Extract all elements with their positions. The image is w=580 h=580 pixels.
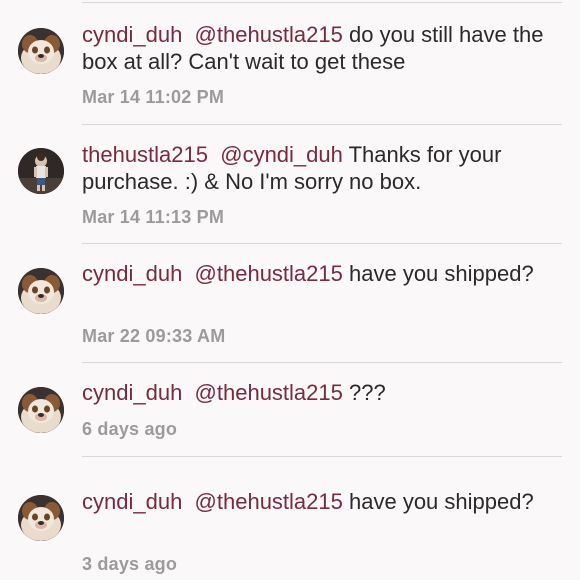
username-link[interactable]: cyndi_duh	[82, 261, 182, 286]
comment-timestamp: 6 days ago	[82, 419, 178, 439]
mention-link[interactable]: @cyndi_duh	[220, 142, 343, 167]
comment-timestamp: Mar 14 11:13 PM	[82, 207, 225, 227]
comment-text: cyndi_duh @thehustla215 do you still hav…	[82, 21, 560, 75]
comment-timestamp: Mar 14 11:02 PM	[82, 87, 225, 107]
comment-timestamp: 3 days ago	[82, 554, 178, 574]
bulldog-avatar[interactable]	[18, 28, 64, 74]
username-link[interactable]: cyndi_duh	[82, 380, 182, 405]
username-link[interactable]: cyndi_duh	[82, 489, 182, 514]
comment-item: cyndi_duh @thehustla215 have you shipped…	[0, 244, 580, 362]
mention-link[interactable]: @thehustla215	[195, 22, 343, 47]
comment-item: thehustla215 @cyndi_duh Thanks for your …	[0, 125, 580, 243]
comment-item: cyndi_duh @thehustla215 ??? 6 days ago	[0, 363, 580, 456]
bulldog-avatar[interactable]	[18, 268, 64, 314]
comment-text: cyndi_duh @thehustla215 have you shipped…	[82, 488, 560, 515]
username-link[interactable]: thehustla215	[82, 142, 208, 167]
person-avatar[interactable]	[18, 148, 64, 194]
comment-item: cyndi_duh @thehustla215 do you still hav…	[0, 0, 580, 120]
comment-message: have you shipped?	[349, 489, 534, 514]
comment-text: cyndi_duh @thehustla215 have you shipped…	[82, 260, 560, 287]
comment-message: have you shipped?	[349, 261, 534, 286]
mention-link[interactable]: @thehustla215	[195, 380, 343, 405]
comment-timestamp: Mar 22 09:33 AM	[82, 326, 226, 346]
comment-item: cyndi_duh @thehustla215 have you shipped…	[0, 457, 580, 580]
mention-link[interactable]: @thehustla215	[195, 489, 343, 514]
bulldog-avatar[interactable]	[18, 495, 64, 541]
username-link[interactable]: cyndi_duh	[82, 22, 182, 47]
comment-message: ???	[349, 380, 386, 405]
bulldog-avatar[interactable]	[18, 387, 64, 433]
mention-link[interactable]: @thehustla215	[195, 261, 343, 286]
comment-text: cyndi_duh @thehustla215 ???	[82, 379, 560, 406]
comment-text: thehustla215 @cyndi_duh Thanks for your …	[82, 141, 560, 195]
